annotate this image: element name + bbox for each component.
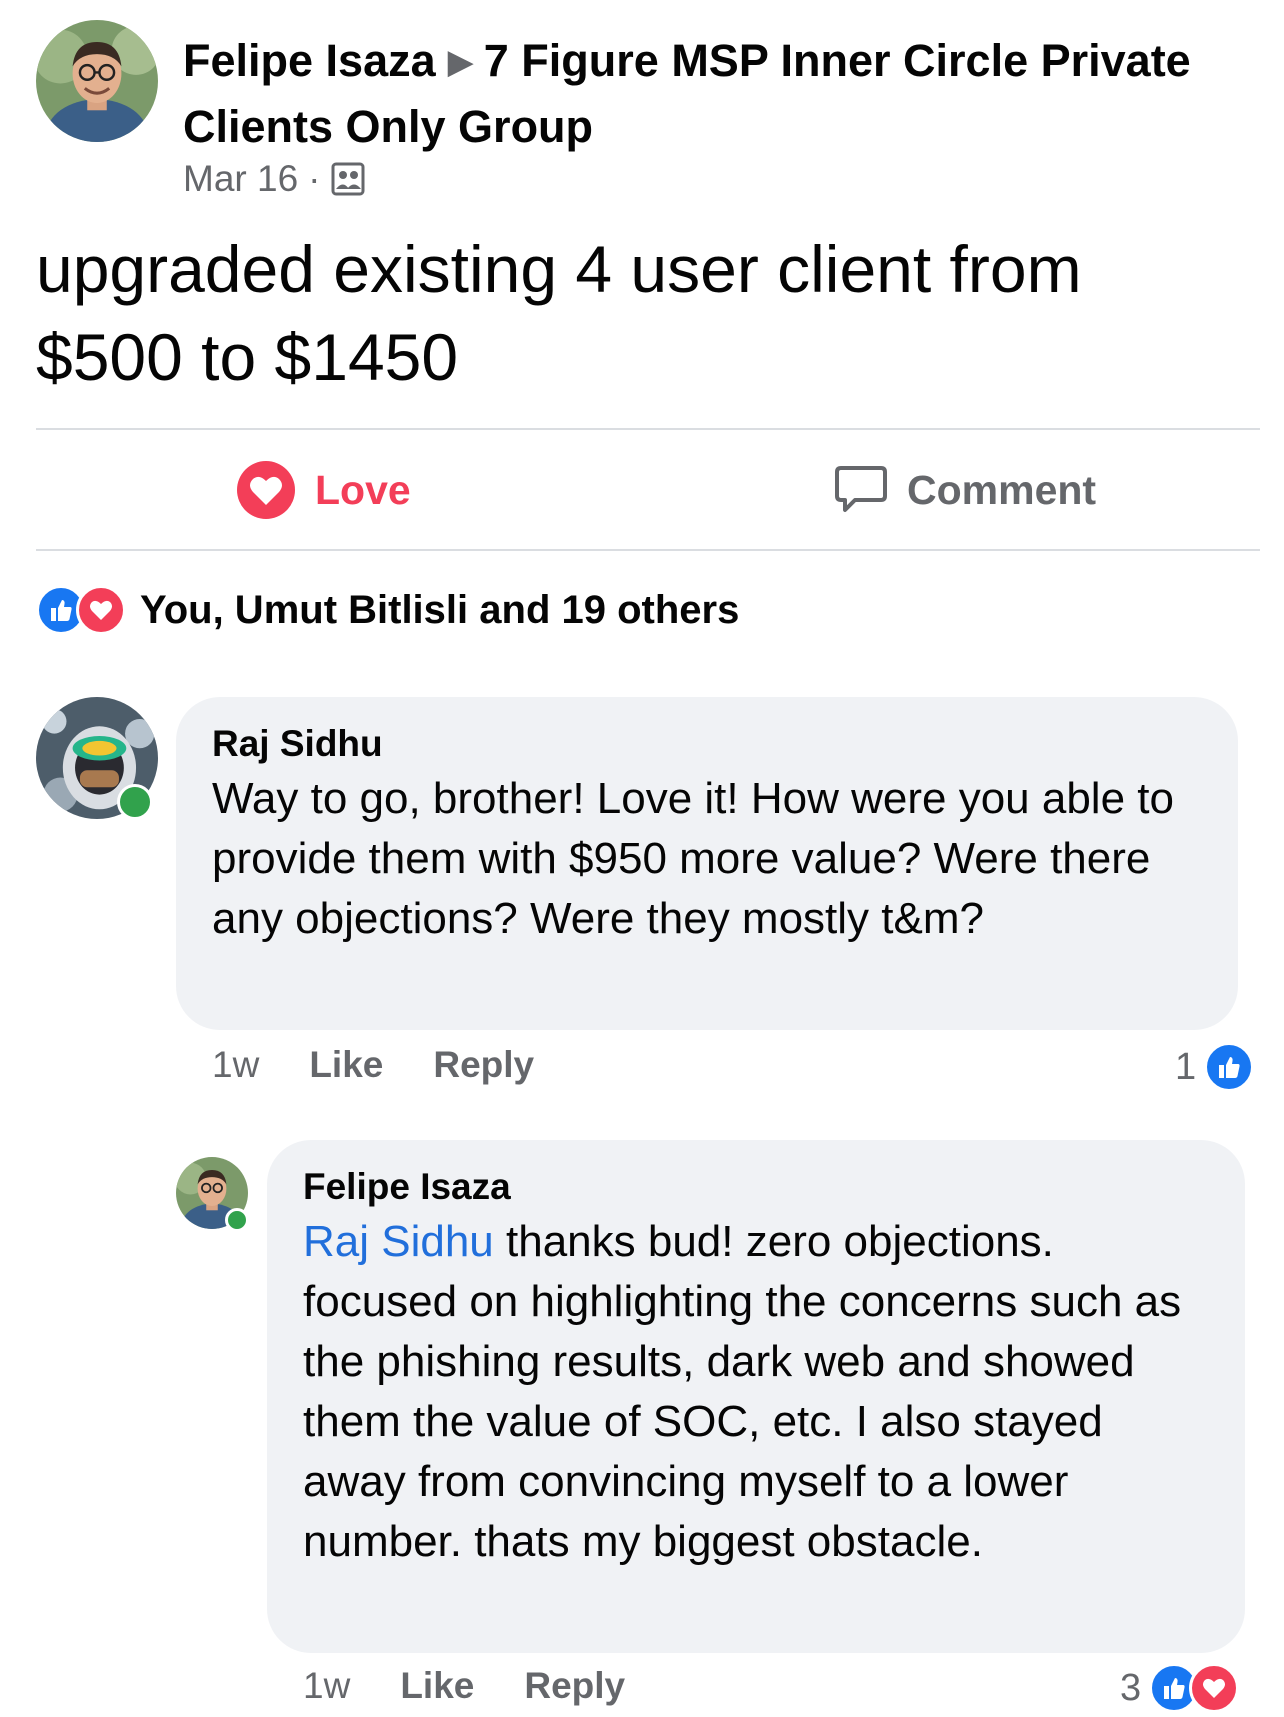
- like-icon: [1204, 1042, 1255, 1092]
- group-privacy-icon: [330, 161, 366, 197]
- mention-link[interactable]: Raj Sidhu: [303, 1217, 494, 1266]
- love-button[interactable]: Love: [235, 455, 411, 525]
- reaction-count: 1: [1175, 1045, 1197, 1088]
- comment-bubble: Raj Sidhu Way to go, brother! Love it! H…: [176, 697, 1238, 1030]
- love-icon: [237, 461, 295, 519]
- comment-reactions[interactable]: 3: [1120, 1663, 1240, 1713]
- love-icon: [1189, 1663, 1240, 1713]
- reply-button[interactable]: Reply: [433, 1044, 534, 1086]
- post-text-line: upgraded existing 4 user client from: [36, 232, 1082, 306]
- comment-bubble: Felipe Isaza Raj Sidhu thanks bud! zero …: [267, 1140, 1245, 1653]
- divider: [36, 549, 1260, 551]
- comment-time[interactable]: 1w: [303, 1665, 350, 1707]
- meta-separator: ·: [308, 158, 321, 199]
- comment-reactions[interactable]: 1: [1175, 1042, 1255, 1092]
- divider: [36, 428, 1260, 430]
- like-button[interactable]: Like: [400, 1665, 474, 1707]
- comment-text-body: thanks bud! zero objections. focused on …: [303, 1217, 1182, 1566]
- reactions-summary-text: You, Umut Bitlisli and 19 others: [140, 587, 740, 632]
- post-header: Felipe Isaza ▶ 7 Figure MSP Inner Circle P…: [183, 30, 1263, 158]
- reply-button[interactable]: Reply: [524, 1665, 625, 1707]
- online-status-indicator: [225, 1208, 249, 1232]
- comment-button[interactable]: Comment: [833, 455, 1096, 525]
- arrow-right-icon: ▶: [447, 43, 474, 81]
- post-meta: Mar 16 ·: [183, 158, 366, 200]
- love-label: Love: [315, 466, 411, 513]
- reaction-count: 3: [1120, 1666, 1142, 1709]
- reactions-summary[interactable]: You, Umut Bitlisli and 19 others: [36, 585, 739, 635]
- love-icon: [76, 585, 126, 635]
- comment-text: Way to go, brother! Love it! How were yo…: [212, 774, 1174, 943]
- author-name-link[interactable]: Felipe Isaza: [183, 35, 436, 86]
- online-status-indicator: [117, 784, 153, 820]
- comment-time[interactable]: 1w: [212, 1044, 259, 1086]
- comment-author[interactable]: Felipe Isaza: [303, 1162, 1209, 1212]
- comment-meta: 1w Like Reply: [212, 1044, 584, 1086]
- comment-meta: 1w Like Reply: [303, 1665, 675, 1707]
- comment-label: Comment: [907, 466, 1097, 513]
- post-date[interactable]: Mar 16: [183, 158, 298, 200]
- like-button[interactable]: Like: [309, 1044, 383, 1086]
- comment-author[interactable]: Raj Sidhu: [212, 719, 1202, 769]
- post-text-line: $500 to $1450: [36, 320, 459, 394]
- reaction-icons: [36, 585, 126, 635]
- comment-text: Raj Sidhu thanks bud! zero objections. f…: [303, 1212, 1209, 1572]
- author-avatar[interactable]: [36, 20, 158, 142]
- comment-icon: [835, 466, 887, 512]
- post-text: upgraded existing 4 user client from $50…: [36, 225, 1266, 401]
